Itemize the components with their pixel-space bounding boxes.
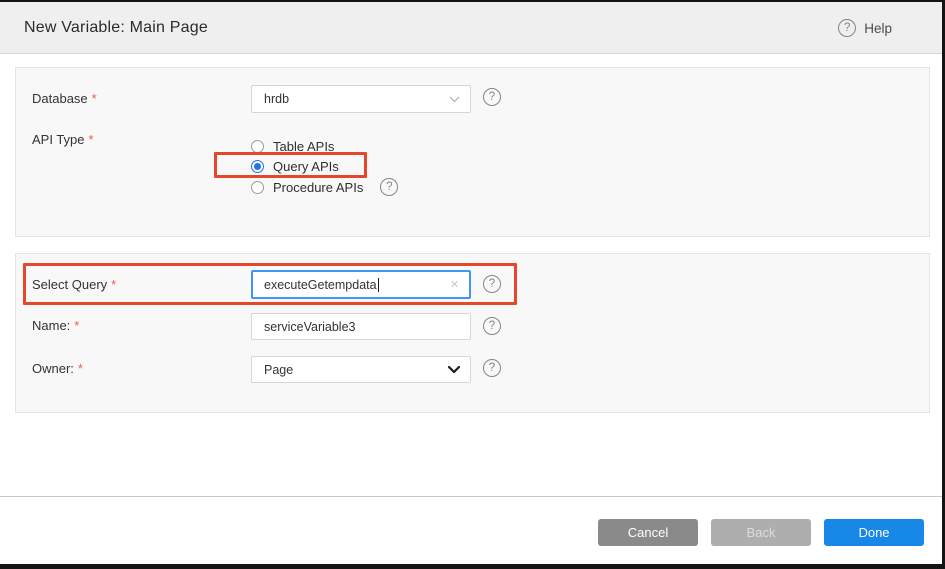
done-button[interactable]: Done xyxy=(824,519,924,546)
required-asterisk: * xyxy=(89,132,94,147)
radio-label: Procedure APIs xyxy=(273,180,363,195)
owner-select[interactable]: Page xyxy=(251,356,471,383)
database-help-icon[interactable]: ? xyxy=(483,88,501,106)
api-type-label: API Type* xyxy=(32,132,94,147)
help-icon: ? xyxy=(838,19,856,37)
back-button[interactable]: Back xyxy=(711,519,811,546)
api-type-help-icon[interactable]: ? xyxy=(380,178,398,196)
required-asterisk: * xyxy=(111,277,116,292)
name-help-icon[interactable]: ? xyxy=(483,317,501,335)
dialog-header: New Variable: Main Page ? Help xyxy=(0,2,942,54)
radio-unselected-icon xyxy=(251,140,264,153)
chevron-down-icon xyxy=(448,366,460,374)
radio-unselected-icon xyxy=(251,181,264,194)
help-label: Help xyxy=(864,21,892,36)
select-query-label: Select Query* xyxy=(32,277,116,292)
new-variable-dialog: { "header": { "title": "New Variable: Ma… xyxy=(0,0,945,569)
required-asterisk: * xyxy=(74,318,79,333)
api-type-section xyxy=(15,67,930,237)
database-label: Database* xyxy=(32,91,97,106)
radio-selected-icon xyxy=(251,160,264,173)
select-query-input[interactable]: executeGetempdata × xyxy=(251,270,471,299)
help-button[interactable]: ? Help xyxy=(838,2,892,54)
clear-icon[interactable]: × xyxy=(450,277,459,292)
footer-divider xyxy=(0,496,942,497)
chevron-down-icon xyxy=(449,96,460,103)
name-label: Name:* xyxy=(32,318,79,333)
radio-label: Query APIs xyxy=(273,159,339,174)
radio-option-query-apis[interactable]: Query APIs xyxy=(251,159,339,174)
required-asterisk: * xyxy=(92,91,97,106)
name-input[interactable] xyxy=(251,313,471,340)
radio-label: Table APIs xyxy=(273,139,334,154)
select-query-help-icon[interactable]: ? xyxy=(483,275,501,293)
database-select-value: hrdb xyxy=(264,92,449,106)
variable-details-section xyxy=(15,253,930,413)
cancel-button[interactable]: Cancel xyxy=(598,519,698,546)
owner-help-icon[interactable]: ? xyxy=(483,359,501,377)
required-asterisk: * xyxy=(78,361,83,376)
page-title: New Variable: Main Page xyxy=(24,19,208,37)
text-cursor xyxy=(378,278,379,292)
owner-select-value: Page xyxy=(264,363,448,377)
select-query-value: executeGetempdata xyxy=(264,278,377,292)
database-select[interactable]: hrdb xyxy=(251,85,471,113)
radio-option-table-apis[interactable]: Table APIs xyxy=(251,139,334,154)
owner-label: Owner:* xyxy=(32,361,83,376)
radio-option-procedure-apis[interactable]: Procedure APIs ? xyxy=(251,178,398,196)
screenshot-border-bottom xyxy=(0,564,945,569)
